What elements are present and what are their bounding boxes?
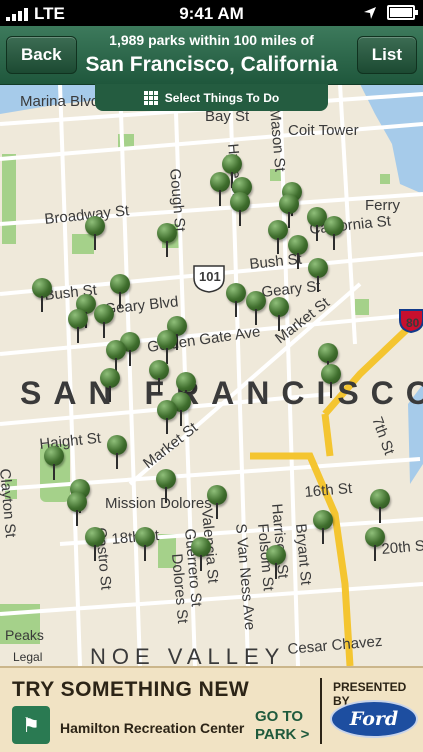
clock: 9:41 AM bbox=[179, 4, 244, 23]
grid-icon bbox=[143, 90, 158, 105]
map-pin-icon[interactable] bbox=[157, 400, 177, 434]
street-label-peaks: Peaks bbox=[5, 627, 44, 643]
map-pin-icon[interactable] bbox=[365, 527, 385, 561]
park-logo-icon: ⚑ bbox=[12, 706, 50, 744]
map-pin-icon[interactable] bbox=[370, 489, 390, 523]
ad-banner[interactable]: TRY SOMETHING NEW ⚑ Hamilton Recreation … bbox=[0, 666, 423, 752]
map-pin-icon[interactable] bbox=[67, 492, 87, 526]
legal-link[interactable]: Legal bbox=[13, 650, 42, 664]
cta-line1: GO TO bbox=[255, 708, 304, 725]
map-pin-icon[interactable] bbox=[191, 537, 211, 571]
map-pin-icon[interactable] bbox=[324, 216, 344, 250]
chevron-right-icon: > bbox=[300, 726, 310, 743]
ad-headline: TRY SOMETHING NEW bbox=[12, 678, 250, 701]
map-pin-icon[interactable] bbox=[85, 216, 105, 250]
street-label-ferry: Ferry bbox=[365, 197, 400, 214]
district-label: SAN FRANCISCO bbox=[20, 375, 423, 411]
map-pin-icon[interactable] bbox=[32, 278, 52, 312]
select-things-button[interactable]: Select Things To Do bbox=[95, 84, 328, 111]
map-pin-icon[interactable] bbox=[268, 220, 288, 254]
map-pin-icon[interactable] bbox=[149, 360, 169, 394]
map-pin-icon[interactable] bbox=[68, 309, 88, 343]
select-things-label: Select Things To Do bbox=[164, 90, 280, 105]
highway-shield-label: 101 bbox=[199, 269, 221, 284]
map-pin-icon[interactable] bbox=[94, 304, 114, 338]
map-pin-icon[interactable] bbox=[156, 469, 176, 503]
map-pin-icon[interactable] bbox=[210, 172, 230, 206]
map-pin-icon[interactable] bbox=[321, 364, 341, 398]
location-arrow-icon bbox=[364, 6, 376, 19]
map-pin-icon[interactable] bbox=[207, 485, 227, 519]
map-pin-icon[interactable] bbox=[44, 446, 64, 480]
map-pin-icon[interactable] bbox=[269, 297, 289, 331]
landmark-coit-tower: Coit Tower bbox=[288, 122, 359, 139]
map-pin-icon[interactable] bbox=[246, 291, 266, 325]
map-pin-icon[interactable] bbox=[308, 258, 328, 292]
map-pin-icon[interactable] bbox=[85, 527, 105, 561]
status-bar: LTE 9:41 AM bbox=[0, 0, 423, 26]
map-pin-icon[interactable] bbox=[107, 435, 127, 469]
battery-icon bbox=[387, 5, 418, 20]
street-label-marina: Marina Blvd bbox=[20, 93, 99, 110]
street-label-20th: 20th St bbox=[381, 537, 423, 558]
sponsor-logo: Ford bbox=[330, 700, 418, 738]
map-pin-icon[interactable] bbox=[135, 527, 155, 561]
map-pin-icon[interactable] bbox=[313, 510, 333, 544]
map-pin-icon[interactable] bbox=[230, 192, 250, 226]
interstate-shield-label: 80 bbox=[406, 316, 420, 330]
map-pin-icon[interactable] bbox=[157, 330, 177, 364]
ad-place-name: Hamilton Recreation Center bbox=[60, 720, 245, 736]
map-pin-icon[interactable] bbox=[110, 274, 130, 308]
neighborhood-label: NOE VALLEY bbox=[90, 644, 285, 666]
cta-line2: PARK bbox=[255, 726, 297, 743]
map-pin-icon[interactable] bbox=[266, 545, 286, 579]
ad-divider bbox=[320, 678, 322, 744]
list-button[interactable]: List bbox=[356, 36, 417, 74]
navigation-bar: Back 1,989 parks within 100 miles of San… bbox=[0, 26, 423, 85]
map-pin-icon[interactable] bbox=[288, 235, 308, 269]
go-to-park-button[interactable]: GO TO PARK > bbox=[255, 708, 309, 744]
map-pin-icon[interactable] bbox=[157, 223, 177, 257]
map-pin-icon[interactable] bbox=[226, 283, 246, 317]
map-pin-icon[interactable] bbox=[100, 368, 120, 402]
